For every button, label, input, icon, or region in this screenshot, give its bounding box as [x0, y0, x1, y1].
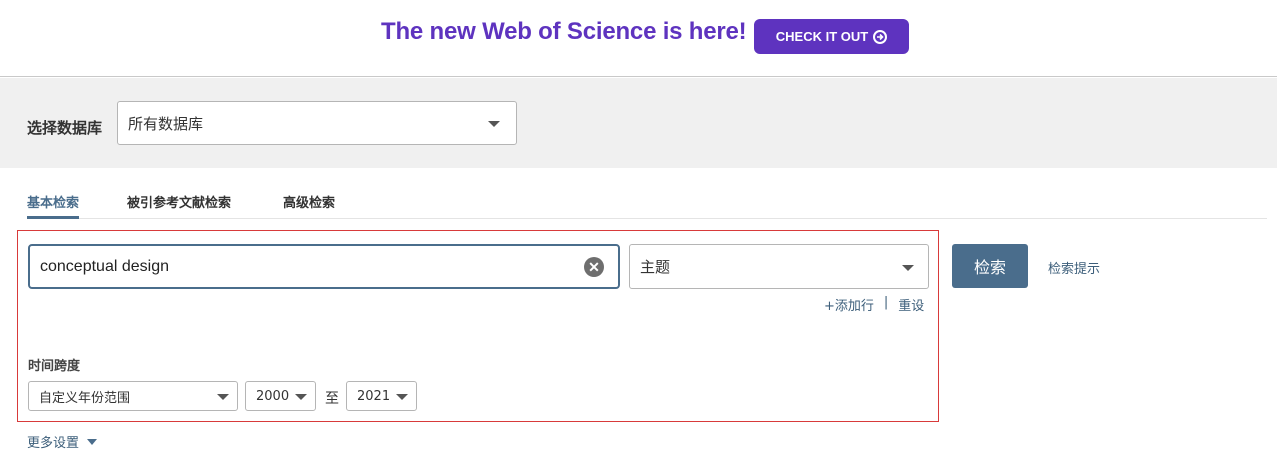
- clear-icon[interactable]: ✕: [584, 257, 604, 277]
- database-label: 选择数据库: [27, 119, 103, 137]
- from-year-select[interactable]: 2000: [245, 381, 316, 411]
- search-tips-link[interactable]: 检索提示: [1048, 258, 1100, 277]
- search-field-value: 主题: [640, 258, 671, 276]
- database-select[interactable]: 所有数据库: [117, 101, 517, 145]
- tab-basic-search[interactable]: 基本检索: [27, 192, 80, 219]
- tab-cited-reference-search[interactable]: 被引参考文献检索: [127, 192, 231, 219]
- tab-advanced-search[interactable]: 高级检索: [283, 192, 335, 219]
- search-query-value: conceptual design: [40, 257, 169, 275]
- database-selected-value: 所有数据库: [128, 114, 204, 133]
- timespan-mode-value: 自定义年份范围: [39, 390, 131, 406]
- to-label: 至: [325, 391, 339, 407]
- from-year-value: 2000: [256, 388, 290, 404]
- to-year-value: 2021: [357, 388, 391, 404]
- search-query-input[interactable]: conceptual design ✕: [28, 244, 620, 289]
- search-panel: conceptual design ✕ 主题 +添加行 | 重设 时间跨度 自定…: [17, 230, 939, 422]
- more-settings-toggle[interactable]: 更多设置: [27, 432, 98, 451]
- check-it-out-label: CHECK IT OUT: [775, 29, 869, 44]
- separator: |: [883, 295, 889, 310]
- search-tabs: 基本检索 被引参考文献检索 高级检索: [27, 192, 1267, 219]
- chevron-down-icon: [396, 394, 408, 400]
- chevron-down-icon: [87, 438, 98, 445]
- chevron-down-icon: [295, 394, 307, 400]
- reset-link[interactable]: 重设: [898, 295, 924, 314]
- banner-headline: The new Web of Science is here!: [381, 18, 747, 45]
- add-row-link[interactable]: +添加行: [824, 295, 874, 314]
- search-button[interactable]: 检索: [952, 244, 1028, 288]
- arrow-right-circle-icon: [873, 29, 888, 44]
- more-settings-label: 更多设置: [27, 436, 80, 451]
- timespan-label: 时间跨度: [28, 359, 81, 374]
- chevron-down-icon: [902, 265, 914, 271]
- chevron-down-icon: [488, 121, 500, 127]
- to-year-select[interactable]: 2021: [346, 381, 417, 411]
- chevron-down-icon: [217, 394, 229, 400]
- timespan-mode-select[interactable]: 自定义年份范围: [28, 381, 238, 411]
- search-field-select[interactable]: 主题: [629, 244, 929, 289]
- check-it-out-button[interactable]: CHECK IT OUT: [754, 19, 909, 54]
- row-actions: +添加行 | 重设: [824, 295, 924, 314]
- announcement-banner: The new Web of Science is here! CHECK IT…: [0, 0, 1277, 77]
- database-selector-bar: 选择数据库 所有数据库: [0, 78, 1277, 168]
